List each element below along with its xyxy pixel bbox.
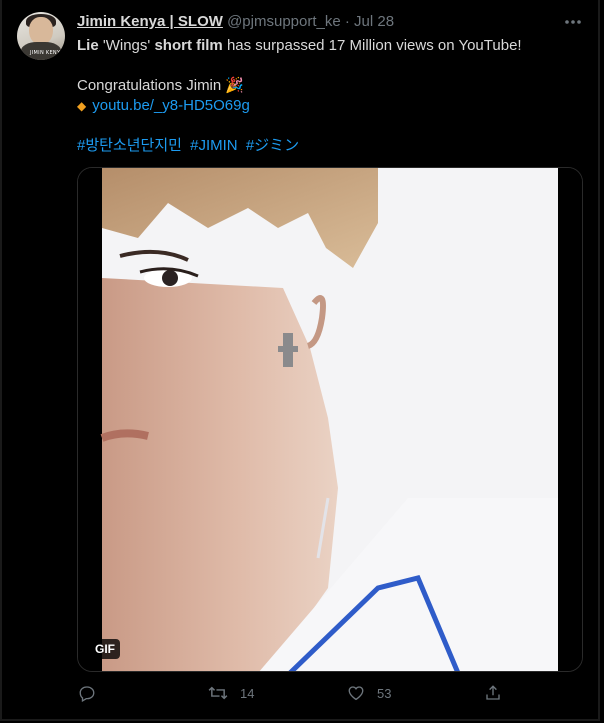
separator: · bbox=[344, 13, 350, 30]
gif-media[interactable]: GIF bbox=[77, 167, 583, 672]
heart-icon bbox=[347, 684, 365, 702]
retweet-icon bbox=[208, 684, 228, 702]
hashtag-bangtan-jimin[interactable]: #방탄소년단지민 bbox=[77, 137, 182, 154]
tweet-actions: 14 53 bbox=[2, 684, 602, 706]
share-icon bbox=[484, 684, 502, 702]
gif-frame bbox=[78, 168, 582, 671]
hashtag-jimin-jp[interactable]: #ジミン bbox=[246, 137, 299, 154]
share-button[interactable] bbox=[484, 684, 502, 702]
user-handle[interactable]: @pjmsupport_ke bbox=[227, 13, 341, 30]
reply-button[interactable] bbox=[78, 684, 96, 702]
reply-icon bbox=[78, 684, 96, 702]
like-button[interactable]: 53 bbox=[347, 684, 391, 702]
gif-badge: GIF bbox=[90, 639, 120, 659]
like-count: 53 bbox=[377, 685, 392, 701]
avatar[interactable]: JIMIN KENYA bbox=[17, 12, 65, 60]
retweet-count: 14 bbox=[240, 685, 255, 701]
display-name[interactable]: Jimin Kenya | SLOW bbox=[77, 13, 223, 30]
more-options-icon[interactable] bbox=[562, 12, 584, 32]
retweet-button[interactable]: 14 bbox=[208, 684, 254, 702]
tweet-text-line2: Congratulations Jimin 🎉 bbox=[77, 77, 245, 94]
diamond-icon: ◆ bbox=[77, 99, 87, 113]
tweet-card[interactable]: JIMIN KENYA Jimin Kenya | SLOW @pjmsuppo… bbox=[0, 0, 600, 721]
tweet-date[interactable]: Jul 28 bbox=[354, 13, 394, 30]
avatar-text: JIMIN KENYA bbox=[30, 50, 64, 56]
youtube-link[interactable]: youtu.be/_y8-HD5O69g bbox=[92, 97, 250, 114]
tweet-text-line1: Lie 'Wings' short film has surpassed 17 … bbox=[77, 37, 522, 54]
tweet-header: Jimin Kenya | SLOW @pjmsupport_ke · Jul … bbox=[77, 13, 394, 30]
hashtag-jimin[interactable]: #JIMIN bbox=[190, 137, 238, 154]
link-line: ◆ youtu.be/_y8-HD5O69g bbox=[77, 96, 250, 116]
hashtags: #방탄소년단지민 #JIMIN #ジミン bbox=[77, 136, 303, 156]
